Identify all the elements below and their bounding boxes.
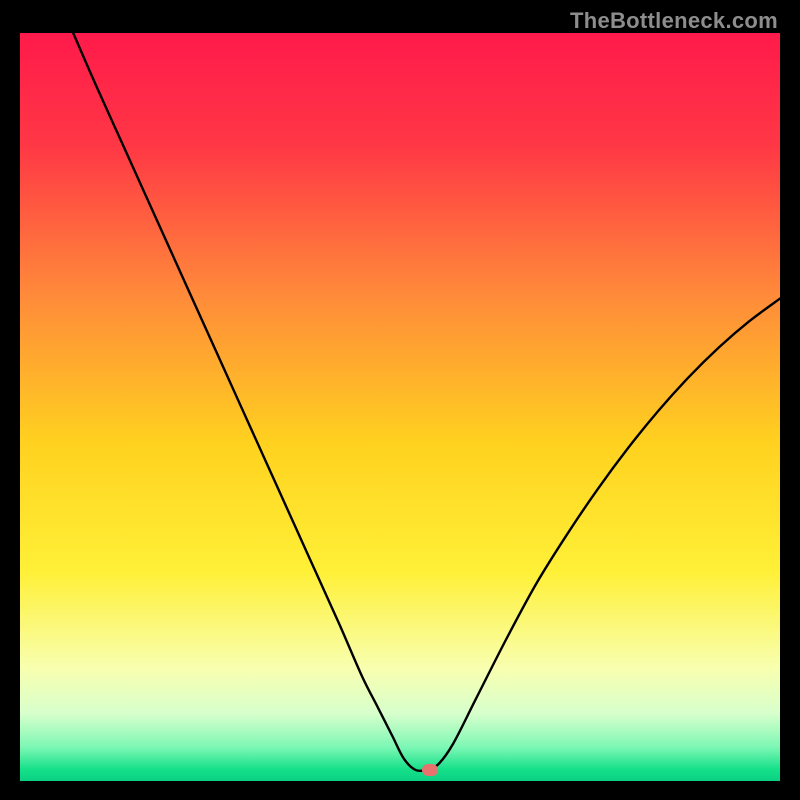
- chart-frame: [20, 33, 780, 781]
- chart-svg: [20, 33, 780, 781]
- watermark-text: TheBottleneck.com: [570, 8, 778, 34]
- minimum-marker: [422, 764, 438, 776]
- chart-background: [20, 33, 780, 781]
